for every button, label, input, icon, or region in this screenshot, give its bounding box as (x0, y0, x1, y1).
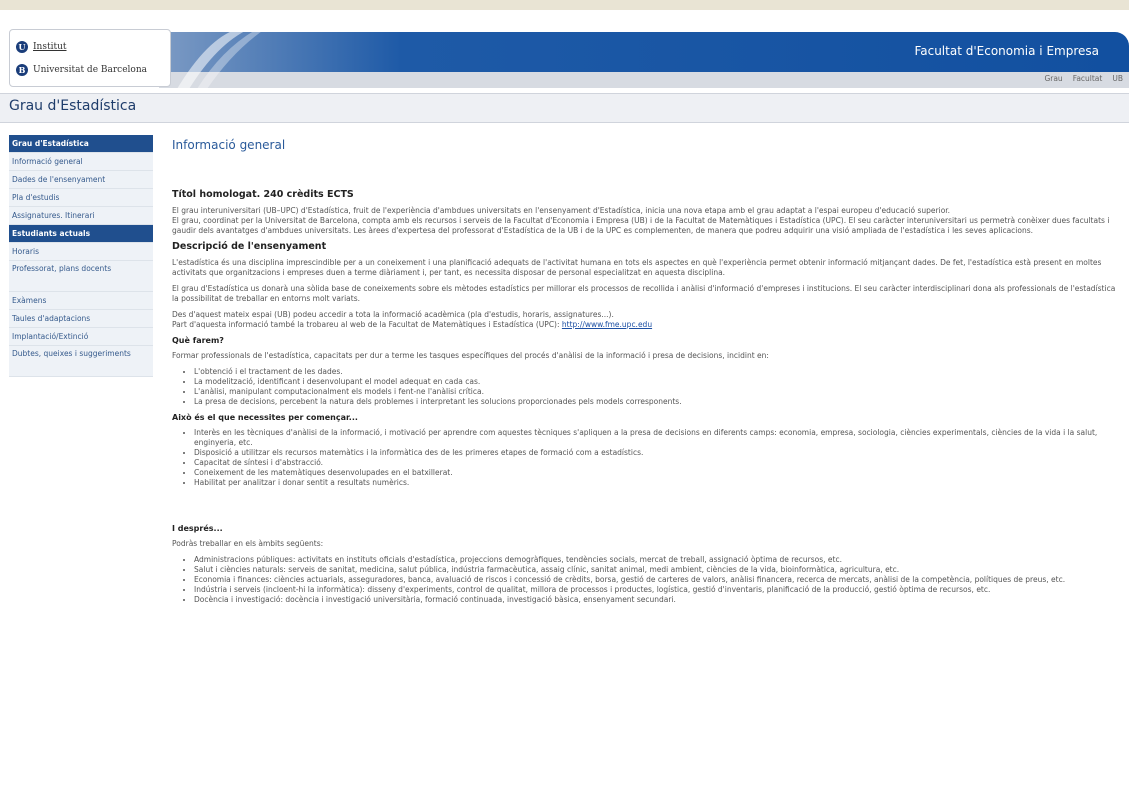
list: Administracions públiques: activitats en… (172, 555, 1122, 605)
sidebar-nav: Grau d'Estadística Informació general Da… (9, 135, 153, 377)
section-title-necessites: Això és el que necessites per començar..… (172, 413, 358, 422)
list-item: Capacitat de síntesi i d'abstracció. (194, 458, 1122, 468)
university-logo[interactable]: U Institut B Universitat de Barcelona (9, 29, 171, 87)
list-item: La presa de decisions, percebent la natu… (194, 397, 1122, 407)
list-item: La modelització, identificant i desenvol… (194, 377, 1122, 387)
banner-swoosh (177, 29, 265, 89)
sidebar-item-dades[interactable]: Dades de l'ensenyament (9, 171, 153, 189)
sidebar-item-assignatures[interactable]: Assignatures. Itinerari (9, 207, 153, 225)
page-title: Grau d'Estadística (9, 98, 137, 114)
list-item: L'obtenció i el tractament de les dades. (194, 367, 1122, 377)
page-title-bar: Grau d'Estadística (0, 93, 1129, 123)
site-header: Facultat d'Economia i Empresa Grau Facul… (9, 29, 1129, 95)
list-item: Salut i ciències naturals: serveis de sa… (194, 565, 1122, 575)
list-item: Coneixement de les matemàtiques desenvol… (194, 468, 1122, 478)
sidebar-item-estudiants-actuals[interactable]: Estudiants actuals (9, 225, 153, 243)
faculty-banner: Facultat d'Economia i Empresa (159, 32, 1129, 72)
fme-link[interactable]: http://www.fme.upc.edu (562, 320, 652, 329)
section-title-i-despres: I després... (172, 524, 223, 533)
toplink-grau[interactable]: Grau (1044, 74, 1062, 83)
main-content: Informació general Títol homologat. 240 … (172, 138, 1122, 611)
sidebar-item-pla-estudis[interactable]: Pla d'estudis (9, 189, 153, 207)
section-title-que-farem: Què farem? (172, 336, 224, 345)
sidebar-item-taules[interactable]: Taules d'adaptacions (9, 310, 153, 328)
sidebar-item-grau[interactable]: Grau d'Estadística (9, 135, 153, 153)
faculty-title[interactable]: Facultat d'Economia i Empresa (914, 44, 1099, 58)
top-links-bar: Grau Facultat UB (159, 72, 1129, 88)
paragraph: Des d'aquest mateix espai (UB) podeu acc… (172, 310, 653, 329)
list-item: Indústria i serveis (incloent-hi la info… (194, 585, 1122, 595)
list-item: L'anàlisi, manipulant computacionalment … (194, 387, 1122, 397)
sidebar-item-professorat[interactable]: Professorat, plans docents (9, 261, 153, 292)
sidebar-item-informacio-general[interactable]: Informació general (9, 153, 153, 171)
content-heading: Informació general (172, 138, 286, 152)
list-item: Disposició a utilitzar els recursos mate… (194, 448, 1122, 458)
paragraph: El grau d'Estadística us donarà una sòli… (172, 284, 1116, 303)
toplink-ub[interactable]: UB (1112, 74, 1123, 83)
logo-emblem-icon: B (16, 64, 28, 76)
list: Interès en les tècniques d'anàlisi de la… (172, 428, 1122, 488)
paragraph: El grau interuniversitari (UB–UPC) d'Est… (172, 206, 951, 215)
logo-line2: Universitat de Barcelona (33, 65, 147, 75)
section-title-titol: Títol homologat. 240 crèdits ECTS (172, 189, 354, 200)
list-item: Administracions públiques: activitats en… (194, 555, 1122, 565)
sidebar-item-horaris[interactable]: Horaris (9, 243, 153, 261)
top-strip (0, 0, 1129, 10)
section-title-descripcio: Descripció de l'ensenyament (172, 241, 327, 252)
list: L'obtenció i el tractament de les dades.… (172, 367, 1122, 407)
paragraph: Formar professionals de l'estadística, c… (172, 351, 769, 360)
logo-emblem-icon: U (16, 41, 28, 53)
logo-line1: Institut (33, 42, 67, 52)
paragraph: Podràs treballar en els àmbits següents: (172, 539, 324, 548)
paragraph: El grau, coordinat per la Universitat de… (172, 216, 1110, 235)
sidebar-item-dubtes[interactable]: Dubtes, queixes i suggeriments (9, 346, 153, 377)
list-item: Docència i investigació: docència i inve… (194, 595, 1122, 605)
list-item: Economia i finances: ciències actuarials… (194, 575, 1122, 585)
sidebar-item-examens[interactable]: Exàmens (9, 292, 153, 310)
list-item: Interès en les tècniques d'anàlisi de la… (194, 428, 1122, 448)
list-item: Habilitat per analitzar i donar sentit a… (194, 478, 1122, 488)
toplink-facultat[interactable]: Facultat (1073, 74, 1103, 83)
paragraph: L'estadística és una disciplina impresci… (172, 258, 1102, 277)
sidebar-item-implantacio[interactable]: Implantació/Extinció (9, 328, 153, 346)
